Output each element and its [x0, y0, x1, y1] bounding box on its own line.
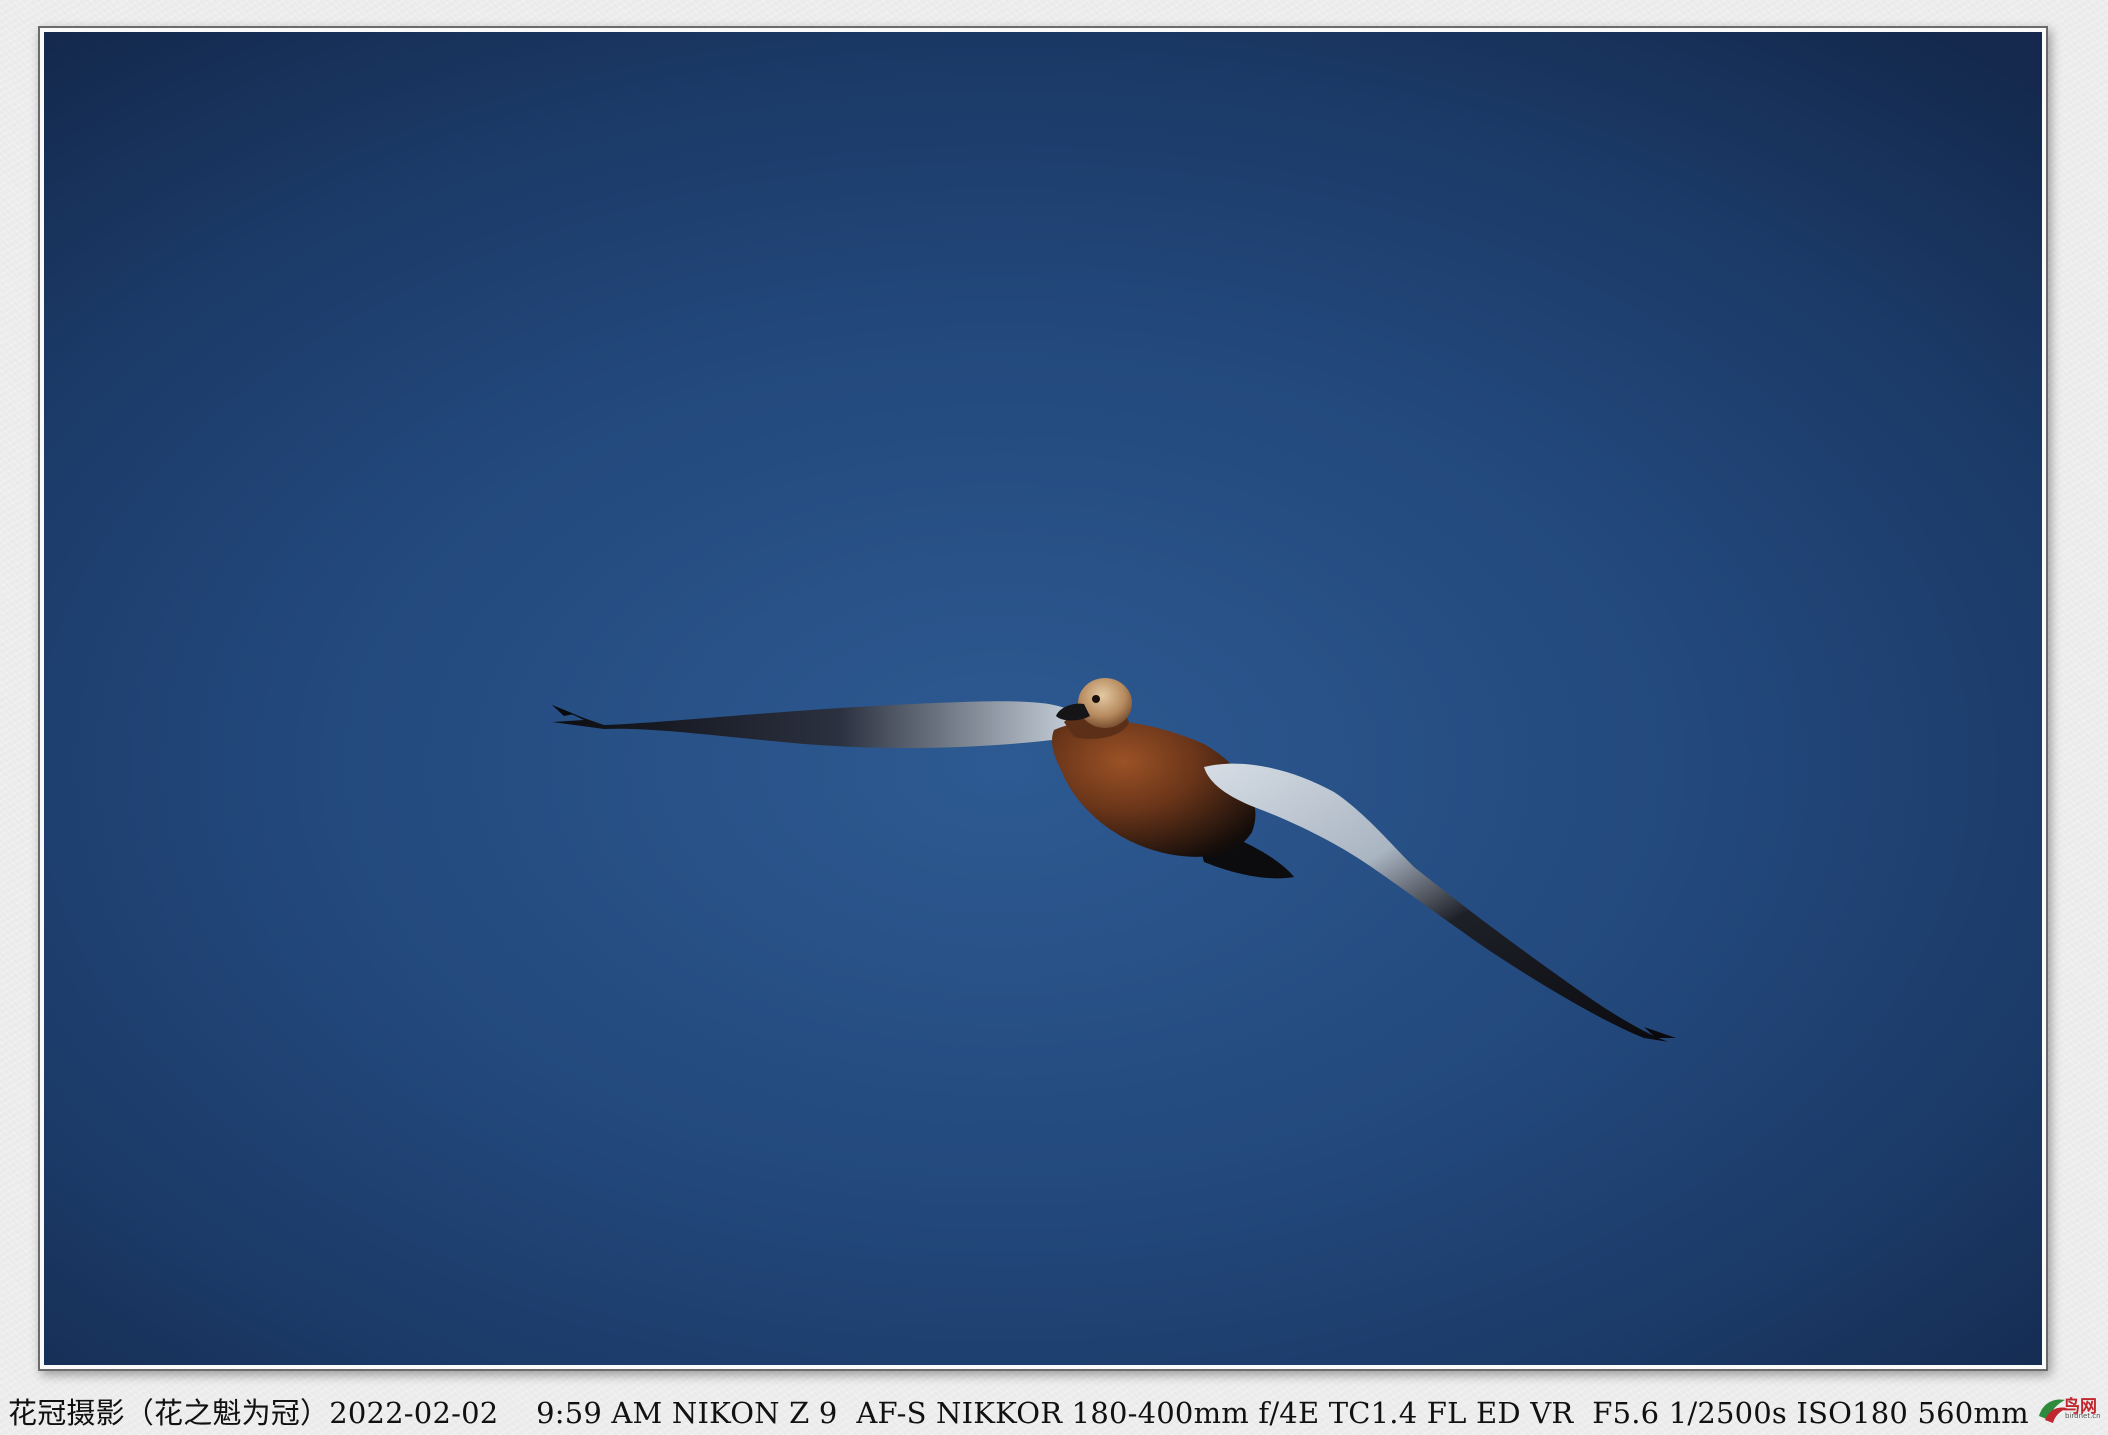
right-wing — [1204, 763, 1669, 1042]
bird-in-flight — [552, 678, 1676, 1042]
bird-head — [1078, 678, 1132, 728]
left-wing — [552, 701, 1076, 748]
birdnet-watermark: 鸟网 birdnet.cn — [2035, 1388, 2105, 1428]
bird-bill — [1056, 703, 1090, 721]
photo — [44, 32, 2042, 1365]
bird-eye — [1092, 695, 1100, 703]
watermark-subtext: birdnet.cn — [2065, 1412, 2101, 1420]
exif-caption: 花冠摄影（花之魁为冠）2022-02-02 9:59 AM NIKON Z 9 … — [8, 1396, 2029, 1430]
page: 花冠摄影（花之魁为冠）2022-02-02 9:59 AM NIKON Z 9 … — [0, 0, 2108, 1435]
